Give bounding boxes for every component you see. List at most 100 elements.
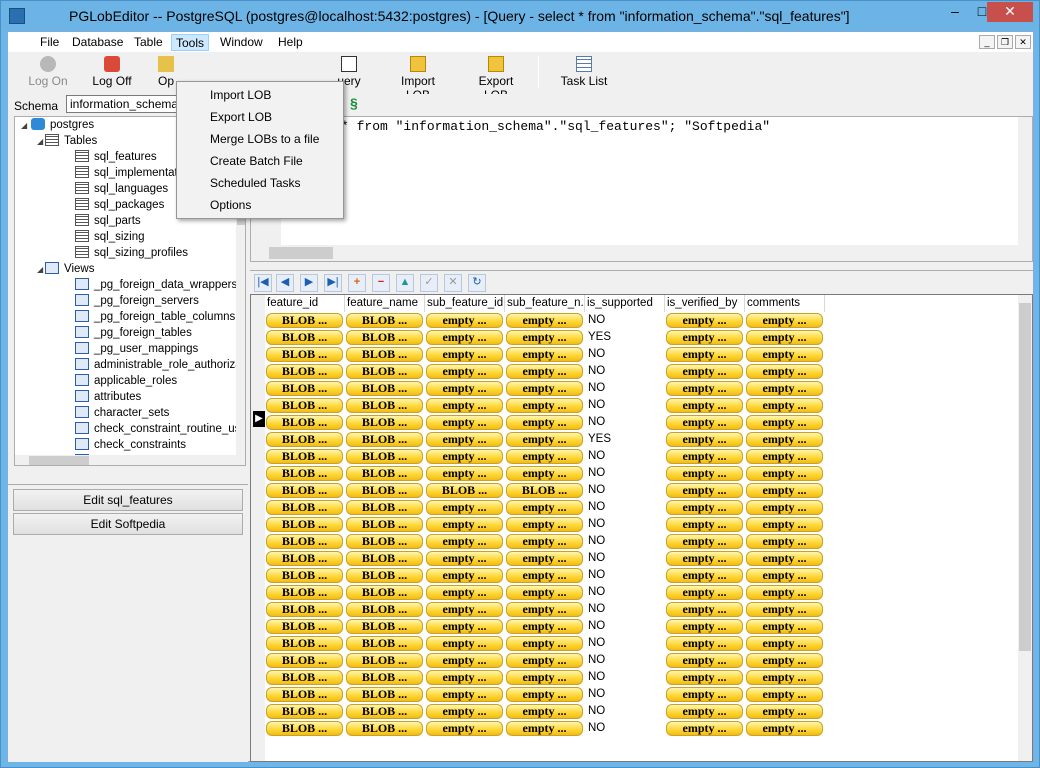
column-header[interactable]: feature_name <box>345 295 425 312</box>
table-cell[interactable]: empty ... <box>665 499 745 516</box>
table-row[interactable]: BLOB ... BLOB ... BLOB ... BLOB ... NO empty … <box>265 482 1025 499</box>
lob-cell-button[interactable]: empty ... <box>666 449 743 464</box>
lob-cell-button[interactable]: BLOB ... <box>346 449 423 464</box>
lob-cell-button[interactable]: empty ... <box>506 653 583 668</box>
export-lob-button[interactable]: Export LOB <box>468 54 524 102</box>
tree-node-view[interactable]: _pg_foreign_table_columns <box>75 309 235 325</box>
table-row[interactable]: BLOB ... BLOB ... empty ... empty ... NO empt… <box>265 448 1025 465</box>
sql-editor[interactable]: * from "information_schema"."sql_feature… <box>250 116 1033 262</box>
next-record-icon[interactable]: ▶ <box>300 274 318 292</box>
edit-softpedia-button[interactable]: Edit Softpedia <box>13 513 243 535</box>
table-cell[interactable]: empty ... <box>505 312 585 329</box>
table-row[interactable]: BLOB ... BLOB ... empty ... empty ... NO empt… <box>265 363 1025 380</box>
tree-node-table[interactable]: sql_sizing <box>75 229 145 245</box>
table-cell[interactable]: empty ... <box>745 618 825 635</box>
cancel-edit-icon[interactable]: ✕ <box>444 274 462 292</box>
table-cell[interactable]: empty ... <box>745 448 825 465</box>
table-cell[interactable]: empty ... <box>425 516 505 533</box>
table-cell[interactable]: empty ... <box>665 380 745 397</box>
lob-cell-button[interactable]: empty ... <box>426 432 503 447</box>
table-cell[interactable]: NO <box>585 363 665 380</box>
lob-cell-button[interactable]: empty ... <box>746 364 823 379</box>
tree-node-view[interactable]: applicable_roles <box>75 373 177 389</box>
table-cell[interactable]: empty ... <box>505 601 585 618</box>
table-cell[interactable]: BLOB ... <box>265 635 345 652</box>
lob-cell-button[interactable]: empty ... <box>666 432 743 447</box>
lob-cell-button[interactable]: empty ... <box>746 449 823 464</box>
lob-cell-button[interactable]: BLOB ... <box>346 585 423 600</box>
lob-cell-button[interactable]: empty ... <box>666 313 743 328</box>
table-cell[interactable]: BLOB ... <box>345 720 425 737</box>
tree-node-view[interactable]: _pg_foreign_data_wrappers <box>75 277 237 293</box>
tree-node-table[interactable]: sql_features <box>75 149 157 165</box>
table-cell[interactable]: empty ... <box>745 601 825 618</box>
lob-cell-button[interactable]: BLOB ... <box>266 347 343 362</box>
table-row[interactable]: BLOB ... BLOB ... empty ... empty ... YES emp… <box>265 431 1025 448</box>
tree-horizontal-scrollbar[interactable] <box>15 455 236 465</box>
table-cell[interactable]: empty ... <box>665 431 745 448</box>
table-cell[interactable]: empty ... <box>745 533 825 550</box>
table-cell[interactable]: BLOB ... <box>265 465 345 482</box>
lob-cell-button[interactable]: BLOB ... <box>346 619 423 634</box>
table-cell[interactable]: empty ... <box>505 431 585 448</box>
table-cell[interactable]: BLOB ... <box>345 703 425 720</box>
menu-file[interactable]: File <box>36 34 63 51</box>
lob-cell-button[interactable]: empty ... <box>426 517 503 532</box>
lob-cell-button[interactable]: empty ... <box>506 585 583 600</box>
table-cell[interactable]: NO <box>585 635 665 652</box>
table-cell[interactable]: empty ... <box>425 329 505 346</box>
lob-cell-button[interactable]: empty ... <box>506 602 583 617</box>
lob-cell-button[interactable]: BLOB ... <box>266 534 343 549</box>
table-cell[interactable]: NO <box>585 652 665 669</box>
table-cell[interactable]: BLOB ... <box>345 618 425 635</box>
lob-cell-button[interactable]: empty ... <box>666 364 743 379</box>
title-bar[interactable]: PGLobEditor -- PostgreSQL (postgres@loca… <box>1 1 1039 31</box>
lob-cell-button[interactable]: BLOB ... <box>346 687 423 702</box>
table-cell[interactable]: empty ... <box>505 567 585 584</box>
tree-node-table[interactable]: sql_sizing_profiles <box>75 245 188 261</box>
minimize-button[interactable]: – <box>941 2 969 22</box>
table-row[interactable]: BLOB ... BLOB ... empty ... empty ... NO empt… <box>265 499 1025 516</box>
table-cell[interactable]: empty ... <box>665 465 745 482</box>
lob-cell-button[interactable]: empty ... <box>746 415 823 430</box>
table-cell[interactable]: empty ... <box>665 601 745 618</box>
table-cell[interactable]: empty ... <box>425 584 505 601</box>
table-cell[interactable]: empty ... <box>425 533 505 550</box>
lob-cell-button[interactable]: BLOB ... <box>346 636 423 651</box>
table-cell[interactable]: empty ... <box>665 669 745 686</box>
prior-record-icon[interactable]: ◀ <box>276 274 294 292</box>
lob-cell-button[interactable]: empty ... <box>426 585 503 600</box>
lob-cell-button[interactable]: empty ... <box>666 653 743 668</box>
lob-cell-button[interactable]: empty ... <box>746 636 823 651</box>
lob-cell-button[interactable]: BLOB ... <box>346 347 423 362</box>
tree-node-table[interactable]: sql_parts <box>75 213 141 229</box>
table-cell[interactable]: empty ... <box>745 635 825 652</box>
table-row[interactable]: BLOB ... BLOB ... empty ... empty ... NO empt… <box>265 618 1025 635</box>
lob-cell-button[interactable]: BLOB ... <box>266 398 343 413</box>
column-header[interactable]: is_verified_by <box>665 295 745 312</box>
lob-cell-button[interactable]: BLOB ... <box>346 568 423 583</box>
table-cell[interactable]: empty ... <box>745 584 825 601</box>
lob-cell-button[interactable]: empty ... <box>746 500 823 515</box>
lob-cell-button[interactable]: empty ... <box>426 687 503 702</box>
lob-cell-button[interactable]: BLOB ... <box>266 619 343 634</box>
table-cell[interactable]: BLOB ... <box>345 465 425 482</box>
mdi-close-icon[interactable]: ✕ <box>1015 35 1031 49</box>
lob-cell-button[interactable]: empty ... <box>426 347 503 362</box>
table-row[interactable]: BLOB ... BLOB ... empty ... empty ... NO empt… <box>265 669 1025 686</box>
lob-cell-button[interactable]: BLOB ... <box>266 602 343 617</box>
editor-horizontal-scrollbar[interactable] <box>251 245 1032 261</box>
table-cell[interactable]: empty ... <box>505 329 585 346</box>
table-cell[interactable]: BLOB ... <box>265 482 345 499</box>
lob-cell-button[interactable]: empty ... <box>426 653 503 668</box>
table-cell[interactable]: BLOB ... <box>265 533 345 550</box>
collapse-icon[interactable]: ◢ <box>37 265 43 274</box>
menu-table[interactable]: Table <box>130 34 167 51</box>
lob-cell-button[interactable]: empty ... <box>426 636 503 651</box>
lob-cell-button[interactable]: empty ... <box>426 449 503 464</box>
table-cell[interactable]: empty ... <box>425 618 505 635</box>
table-cell[interactable]: NO <box>585 550 665 567</box>
lob-cell-button[interactable]: empty ... <box>506 449 583 464</box>
lob-cell-button[interactable]: BLOB ... <box>266 415 343 430</box>
table-cell[interactable]: empty ... <box>665 686 745 703</box>
